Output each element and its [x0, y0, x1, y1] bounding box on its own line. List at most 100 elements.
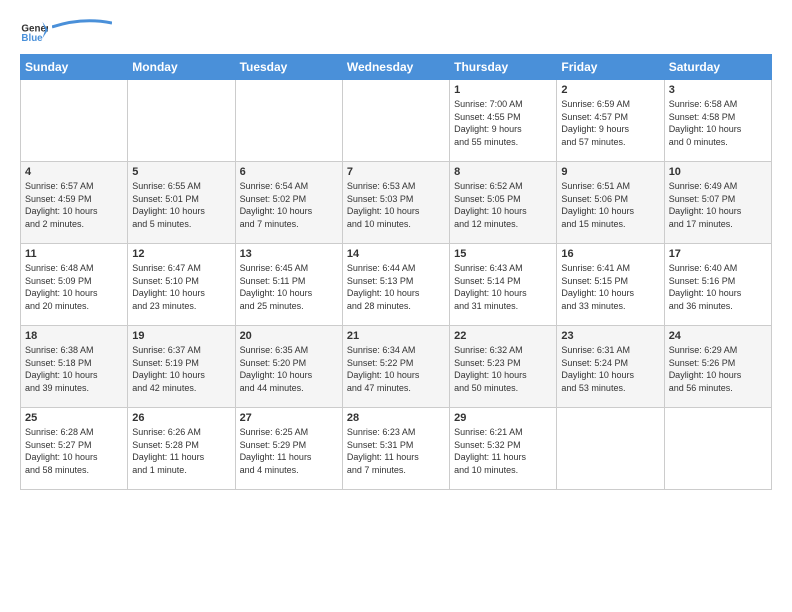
weekday-header-row: SundayMondayTuesdayWednesdayThursdayFrid… [21, 55, 772, 80]
day-number: 25 [25, 412, 123, 424]
calendar-cell [342, 80, 449, 162]
day-number: 3 [669, 84, 767, 96]
calendar-cell: 26 Sunrise: 6:26 AM Sunset: 5:28 PM Dayli… [128, 408, 235, 490]
calendar-cell: 7 Sunrise: 6:53 AM Sunset: 5:03 PM Daylig… [342, 162, 449, 244]
calendar-cell: 8 Sunrise: 6:52 AM Sunset: 5:05 PM Daylig… [450, 162, 557, 244]
calendar-cell: 23Sunrise: 6:31 AM Sunset: 5:24 PM Dayli… [557, 326, 664, 408]
day-number: 14 [347, 248, 445, 260]
day-info: Sunrise: 6:47 AM Sunset: 5:10 PM Dayligh… [132, 262, 230, 312]
calendar-cell: 18 Sunrise: 6:38 AM Sunset: 5:18 PM Dayli… [21, 326, 128, 408]
day-number: 22 [454, 330, 552, 342]
day-info: Sunrise: 6:53 AM Sunset: 5:03 PM Dayligh… [347, 180, 445, 230]
week-row-1: 1Sunrise: 7:00 AM Sunset: 4:55 PM Daylig… [21, 80, 772, 162]
calendar-cell: 14Sunrise: 6:44 AM Sunset: 5:13 PM Dayli… [342, 244, 449, 326]
day-number: 11 [25, 248, 123, 260]
calendar-cell: 24 Sunrise: 6:29 AM Sunset: 5:26 PM Dayli… [664, 326, 771, 408]
calendar-cell: 3 Sunrise: 6:58 AM Sunset: 4:58 PM Daylig… [664, 80, 771, 162]
day-info: Sunrise: 6:29 AM Sunset: 5:26 PM Dayligh… [669, 344, 767, 394]
calendar-cell [557, 408, 664, 490]
day-info: Sunrise: 6:28 AM Sunset: 5:27 PM Dayligh… [25, 426, 123, 476]
day-number: 21 [347, 330, 445, 342]
day-info: Sunrise: 6:32 AM Sunset: 5:23 PM Dayligh… [454, 344, 552, 394]
day-info: Sunrise: 6:59 AM Sunset: 4:57 PM Dayligh… [561, 98, 659, 148]
day-number: 17 [669, 248, 767, 260]
day-info: Sunrise: 6:45 AM Sunset: 5:11 PM Dayligh… [240, 262, 338, 312]
day-number: 26 [132, 412, 230, 424]
day-info: Sunrise: 6:26 AM Sunset: 5:28 PM Dayligh… [132, 426, 230, 476]
day-info: Sunrise: 6:37 AM Sunset: 5:19 PM Dayligh… [132, 344, 230, 394]
day-number: 27 [240, 412, 338, 424]
calendar-cell: 6Sunrise: 6:54 AM Sunset: 5:02 PM Daylig… [235, 162, 342, 244]
page: General Blue SundayMondayT [0, 0, 792, 500]
calendar-cell [21, 80, 128, 162]
day-info: Sunrise: 6:41 AM Sunset: 5:15 PM Dayligh… [561, 262, 659, 312]
calendar-cell: 9Sunrise: 6:51 AM Sunset: 5:06 PM Daylig… [557, 162, 664, 244]
calendar-cell [128, 80, 235, 162]
calendar-cell: 4Sunrise: 6:57 AM Sunset: 4:59 PM Daylig… [21, 162, 128, 244]
day-number: 10 [669, 166, 767, 178]
calendar-cell: 29 Sunrise: 6:21 AM Sunset: 5:32 PM Dayli… [450, 408, 557, 490]
day-info: Sunrise: 6:23 AM Sunset: 5:31 PM Dayligh… [347, 426, 445, 476]
day-info: Sunrise: 6:43 AM Sunset: 5:14 PM Dayligh… [454, 262, 552, 312]
calendar-cell: 22 Sunrise: 6:32 AM Sunset: 5:23 PM Dayli… [450, 326, 557, 408]
day-info: Sunrise: 6:34 AM Sunset: 5:22 PM Dayligh… [347, 344, 445, 394]
day-number: 5 [132, 166, 230, 178]
day-info: Sunrise: 6:31 AM Sunset: 5:24 PM Dayligh… [561, 344, 659, 394]
calendar-cell: 19 Sunrise: 6:37 AM Sunset: 5:19 PM Dayli… [128, 326, 235, 408]
logo-icon: General Blue [20, 16, 48, 44]
day-info: Sunrise: 6:52 AM Sunset: 5:05 PM Dayligh… [454, 180, 552, 230]
calendar-cell: 21 Sunrise: 6:34 AM Sunset: 5:22 PM Dayli… [342, 326, 449, 408]
day-number: 16 [561, 248, 659, 260]
calendar-cell: 28Sunrise: 6:23 AM Sunset: 5:31 PM Dayli… [342, 408, 449, 490]
weekday-header-sunday: Sunday [21, 55, 128, 80]
calendar-cell: 2 Sunrise: 6:59 AM Sunset: 4:57 PM Daylig… [557, 80, 664, 162]
weekday-header-wednesday: Wednesday [342, 55, 449, 80]
weekday-header-monday: Monday [128, 55, 235, 80]
calendar-cell: 20 Sunrise: 6:35 AM Sunset: 5:20 PM Dayli… [235, 326, 342, 408]
logo: General Blue [20, 16, 112, 44]
week-row-3: 11 Sunrise: 6:48 AM Sunset: 5:09 PM Dayli… [21, 244, 772, 326]
day-info: Sunrise: 6:54 AM Sunset: 5:02 PM Dayligh… [240, 180, 338, 230]
day-number: 19 [132, 330, 230, 342]
day-number: 4 [25, 166, 123, 178]
svg-text:Blue: Blue [21, 33, 43, 44]
weekday-header-saturday: Saturday [664, 55, 771, 80]
calendar-cell [235, 80, 342, 162]
day-info: Sunrise: 6:21 AM Sunset: 5:32 PM Dayligh… [454, 426, 552, 476]
day-number: 18 [25, 330, 123, 342]
day-info: Sunrise: 6:38 AM Sunset: 5:18 PM Dayligh… [25, 344, 123, 394]
day-number: 13 [240, 248, 338, 260]
day-info: Sunrise: 6:25 AM Sunset: 5:29 PM Dayligh… [240, 426, 338, 476]
calendar-cell: 17 Sunrise: 6:40 AM Sunset: 5:16 PM Dayli… [664, 244, 771, 326]
day-info: Sunrise: 6:49 AM Sunset: 5:07 PM Dayligh… [669, 180, 767, 230]
day-number: 7 [347, 166, 445, 178]
day-info: Sunrise: 6:58 AM Sunset: 4:58 PM Dayligh… [669, 98, 767, 148]
calendar-cell: 10 Sunrise: 6:49 AM Sunset: 5:07 PM Dayli… [664, 162, 771, 244]
day-number: 24 [669, 330, 767, 342]
day-number: 29 [454, 412, 552, 424]
day-number: 8 [454, 166, 552, 178]
calendar-cell [664, 408, 771, 490]
day-info: Sunrise: 6:35 AM Sunset: 5:20 PM Dayligh… [240, 344, 338, 394]
week-row-4: 18 Sunrise: 6:38 AM Sunset: 5:18 PM Dayli… [21, 326, 772, 408]
day-number: 1 [454, 84, 552, 96]
logo-swoosh [52, 17, 112, 31]
calendar-cell: 13 Sunrise: 6:45 AM Sunset: 5:11 PM Dayli… [235, 244, 342, 326]
calendar-cell: 27 Sunrise: 6:25 AM Sunset: 5:29 PM Dayli… [235, 408, 342, 490]
calendar-cell: 11 Sunrise: 6:48 AM Sunset: 5:09 PM Dayli… [21, 244, 128, 326]
calendar-cell: 25 Sunrise: 6:28 AM Sunset: 5:27 PM Dayli… [21, 408, 128, 490]
day-number: 20 [240, 330, 338, 342]
header-area: General Blue [20, 16, 772, 44]
calendar-cell: 5 Sunrise: 6:55 AM Sunset: 5:01 PM Daylig… [128, 162, 235, 244]
day-number: 9 [561, 166, 659, 178]
logo-wordmark [52, 21, 112, 40]
day-number: 2 [561, 84, 659, 96]
day-info: Sunrise: 6:55 AM Sunset: 5:01 PM Dayligh… [132, 180, 230, 230]
day-info: Sunrise: 6:40 AM Sunset: 5:16 PM Dayligh… [669, 262, 767, 312]
weekday-header-tuesday: Tuesday [235, 55, 342, 80]
calendar-table: SundayMondayTuesdayWednesdayThursdayFrid… [20, 54, 772, 490]
calendar-cell: 12Sunrise: 6:47 AM Sunset: 5:10 PM Dayli… [128, 244, 235, 326]
weekday-header-thursday: Thursday [450, 55, 557, 80]
day-info: Sunrise: 6:48 AM Sunset: 5:09 PM Dayligh… [25, 262, 123, 312]
week-row-5: 25 Sunrise: 6:28 AM Sunset: 5:27 PM Dayli… [21, 408, 772, 490]
